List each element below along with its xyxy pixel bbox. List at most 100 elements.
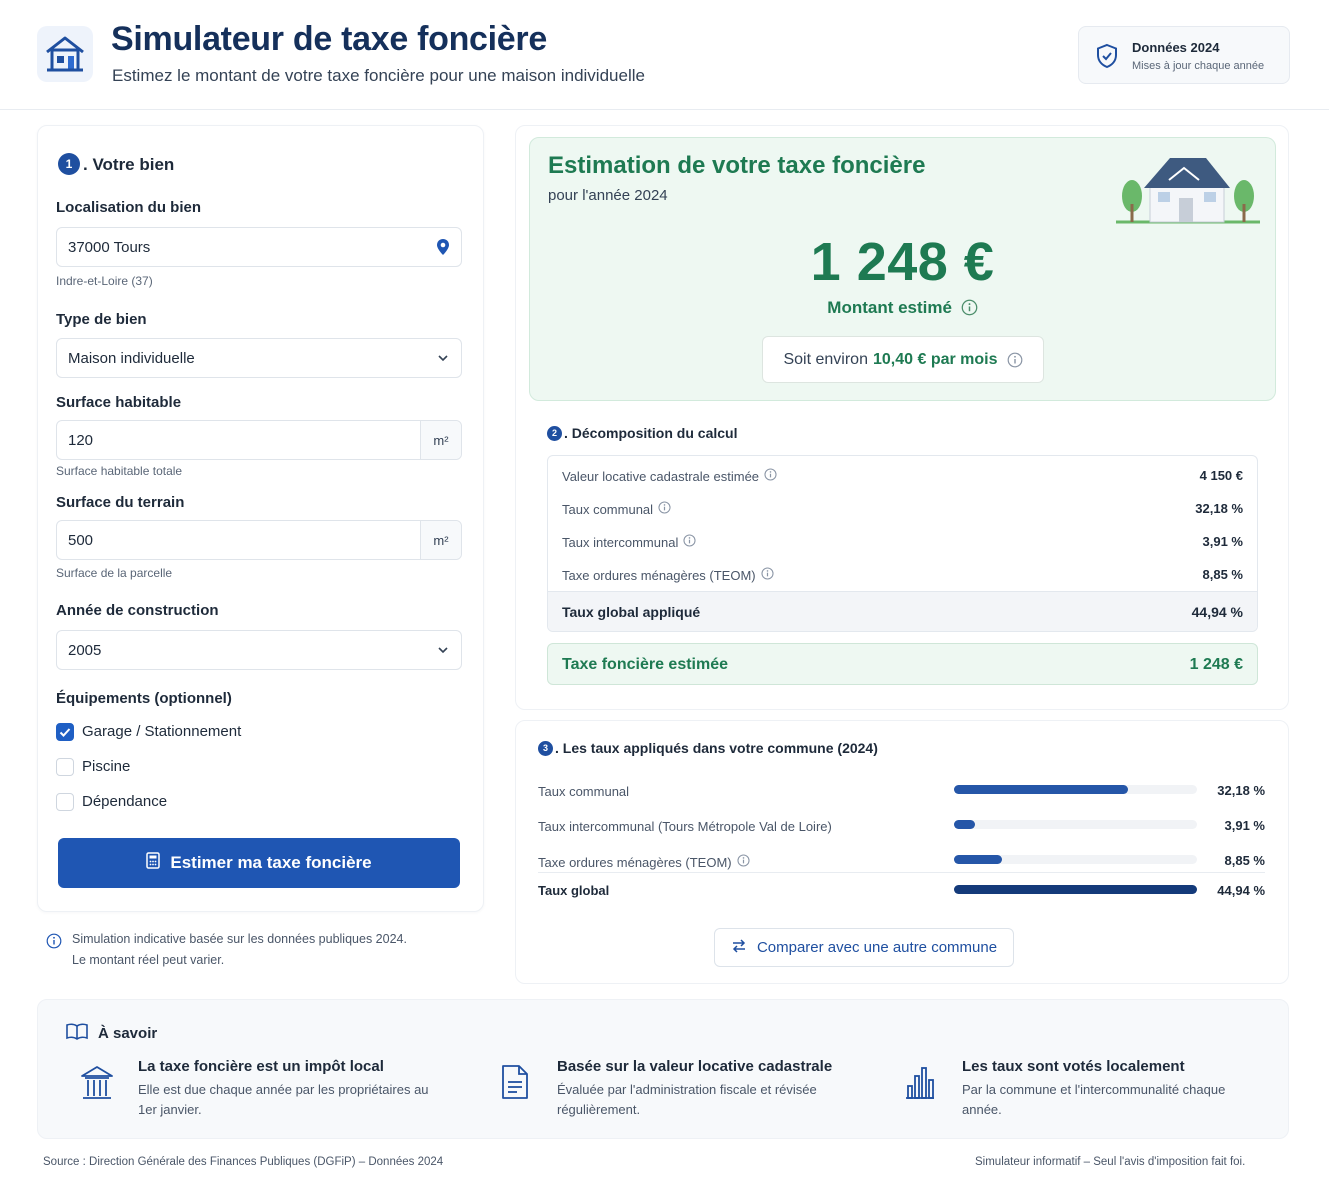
total-rate-value: 44,94 % [1191, 604, 1243, 620]
total-rate-row: Taux global appliqué 44,94 % [548, 591, 1257, 631]
rate-row: Taux intercommunal (Tours Métropole Val … [538, 811, 1265, 847]
global-rate-value: 44,94 % [1217, 883, 1265, 898]
house-logo-icon [37, 26, 93, 82]
rate-bar-track [954, 785, 1197, 794]
estimated-tax-label: Taxe foncière estimée [562, 656, 729, 673]
estimate-subtitle: pour l'année 2024 [548, 187, 668, 204]
breakdown-title: 2 . Décomposition du calcul [547, 425, 737, 441]
rates-title-text: . Les taux appliqués dans votre commune … [555, 740, 878, 756]
global-rate-row: Taux global 44,94 % [538, 872, 1265, 908]
land-surface-input[interactable]: 500 m² [56, 520, 462, 560]
estimated-tax-value: 1 248 € [1189, 656, 1243, 673]
monthly-value: 10,40 € par mois [872, 350, 998, 368]
rate-value: 32,18 % [1217, 783, 1265, 798]
page-title: Simulateur de taxe foncière [111, 20, 547, 58]
info-icon[interactable] [961, 299, 978, 321]
rates-title: 3 . Les taux appliqués dans votre commun… [538, 740, 878, 756]
breakdown-row-label: Taux intercommunal [562, 534, 696, 550]
note-line-1: Simulation indicative basée sur les donn… [72, 932, 407, 946]
info-icon[interactable] [764, 468, 777, 484]
info-icon[interactable] [761, 567, 774, 583]
property-type-select[interactable]: Maison individuelle [56, 338, 462, 378]
data-year-badge: Données 2024 Mises à jour chaque année [1078, 26, 1290, 84]
estimate-panel: Estimation de votre taxe foncière pour l… [529, 137, 1276, 401]
rate-row: Taux communal 32,18 % [538, 776, 1265, 812]
rate-bar-track [954, 855, 1197, 864]
location-input[interactable]: 37000 Tours [56, 227, 462, 267]
info-icon[interactable] [1007, 352, 1023, 368]
estimate-button[interactable]: Estimer ma taxe foncière [58, 838, 460, 888]
breakdown-row-value: 3,91 % [1202, 534, 1243, 549]
swap-arrows-icon [731, 938, 747, 957]
equipments-label: Équipements (optionnel) [56, 690, 232, 707]
info-item-title: Basée sur la valeur locative cadastrale [557, 1058, 833, 1075]
info-icon [46, 933, 62, 954]
badge-subtitle: Mises à jour chaque année [1132, 60, 1265, 72]
know-title-text: À savoir [98, 1024, 158, 1042]
rate-bar-track [954, 820, 1197, 829]
house-illustration-icon [1114, 154, 1262, 231]
garage-checkbox[interactable] [56, 723, 74, 741]
land-label: Surface du terrain [56, 494, 185, 511]
garage-label[interactable]: Garage / Stationnement [82, 723, 241, 740]
location-hint: Indre-et-Loire (37) [56, 274, 153, 288]
note-line-2: Le montant réel peut varier. [72, 953, 225, 967]
breakdown-row-value: 32,18 % [1195, 501, 1243, 516]
table-row: Taxe ordures ménagères (TEOM) 8,85 % [548, 557, 1257, 590]
info-item-title: Les taux sont votés localement [962, 1058, 1185, 1075]
rate-value: 8,85 % [1224, 853, 1265, 868]
open-book-icon [66, 1022, 88, 1044]
calculator-icon [146, 852, 161, 874]
rate-bar-track [954, 885, 1197, 894]
estimated-tax-row: Taxe foncière estimée 1 248 € [547, 643, 1258, 685]
rate-bar [954, 820, 976, 829]
monthly-prefix: Soit environ [783, 350, 868, 368]
construction-year-select[interactable]: 2005 [56, 630, 462, 670]
surface-input[interactable]: 120 m² [56, 420, 462, 460]
rate-label: Taxe ordures ménagères (TEOM) [538, 854, 750, 870]
compare-button-label: Comparer avec une autre commune [756, 939, 998, 956]
year-label: Année de construction [56, 602, 219, 619]
outbuilding-label[interactable]: Dépendance [82, 793, 167, 810]
info-icon[interactable] [737, 854, 750, 870]
rate-label: Taux intercommunal (Tours Métropole Val … [538, 819, 832, 834]
surface-hint: Surface habitable totale [56, 464, 183, 478]
outbuilding-checkbox[interactable] [56, 793, 74, 811]
estimate-button-label: Estimer ma taxe foncière [170, 853, 372, 872]
rate-label: Taux communal [538, 784, 630, 799]
info-item-desc: Évaluée par l'administration fiscale et … [557, 1082, 817, 1117]
shield-check-icon [1095, 43, 1119, 74]
breakdown-row-label: Taxe ordures ménagères (TEOM) [562, 567, 774, 583]
chevron-down-icon [437, 643, 449, 661]
global-rate-label: Taux global [538, 883, 610, 898]
breakdown-row-value: 4 150 € [1199, 468, 1243, 483]
amount-label-text: Montant estimé [827, 298, 952, 317]
surface-value: 120 [68, 432, 94, 449]
app-header: Simulateur de taxe foncière Estimez le m… [0, 0, 1329, 110]
badge-title: Données 2024 [1132, 40, 1220, 55]
pool-label[interactable]: Piscine [82, 758, 130, 775]
info-item-desc: Par la commune et l'intercommunalité cha… [962, 1082, 1226, 1117]
table-row: Taux communal 32,18 % [548, 491, 1257, 524]
map-pin-icon[interactable] [436, 238, 450, 261]
info-icon[interactable] [658, 501, 671, 517]
footer-disclaimer: Simulateur informatif – Seul l'avis d'im… [975, 1156, 1246, 1168]
land-value: 500 [68, 532, 94, 549]
breakdown-row-label: Valeur locative cadastrale estimée [562, 468, 777, 484]
breakdown-row-value: 8,85 % [1202, 567, 1243, 582]
rate-bar [954, 785, 1128, 794]
surface-unit: m² [420, 421, 461, 459]
year-value: 2005 [68, 642, 102, 659]
document-icon [499, 1064, 531, 1105]
compare-commune-button[interactable]: Comparer avec une autre commune [714, 928, 1014, 967]
info-icon[interactable] [683, 534, 696, 550]
pool-checkbox[interactable] [56, 758, 74, 776]
breakdown-table: Valeur locative cadastrale estimée 4 150… [547, 455, 1258, 632]
rate-value: 3,91 % [1224, 818, 1265, 833]
step-number-1: 1 [58, 153, 80, 175]
location-value: 37000 Tours [68, 239, 151, 256]
town-hall-icon [80, 1064, 114, 1105]
table-row: Taux intercommunal 3,91 % [548, 524, 1257, 557]
page-subtitle: Estimez le montant de votre taxe foncièr… [112, 66, 645, 85]
chevron-down-icon [437, 351, 449, 369]
